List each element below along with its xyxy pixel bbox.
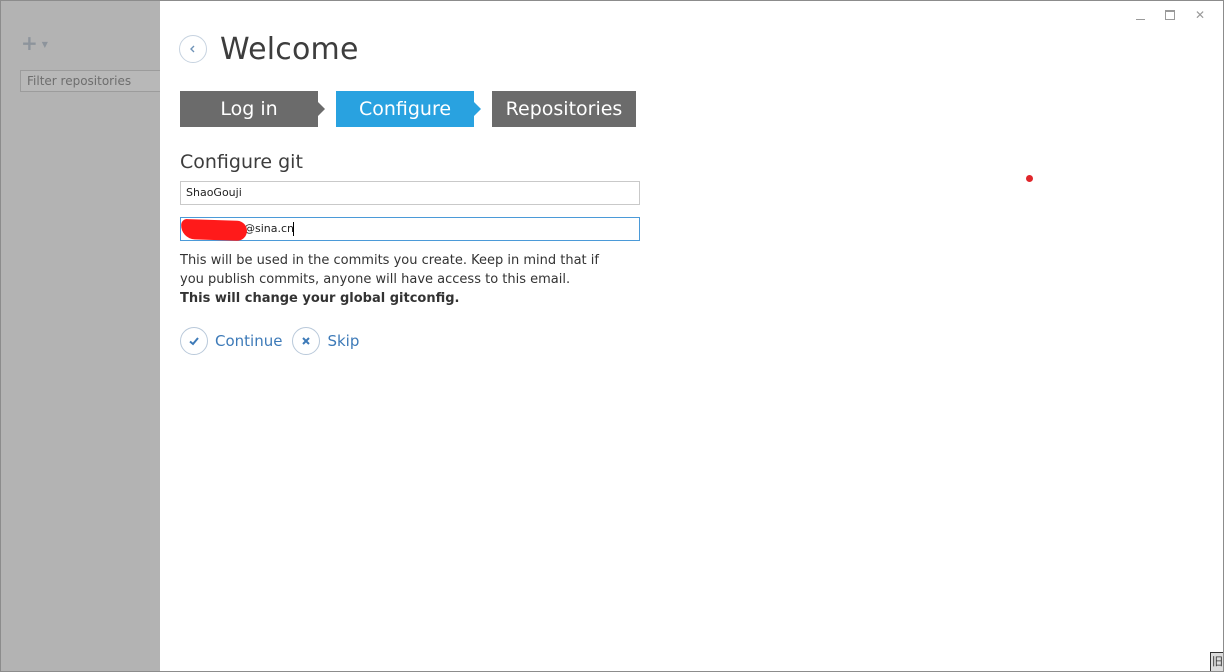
email-value: @sina.cn: [244, 222, 295, 235]
skip-label: Skip: [327, 332, 360, 350]
redaction-mark: [180, 218, 248, 242]
cursor-indicator-dot: [1026, 175, 1033, 182]
step-arrow-icon: [474, 102, 481, 116]
minimize-button[interactable]: [1125, 5, 1155, 25]
maximize-icon: [1165, 10, 1175, 20]
step-log-in[interactable]: Log in: [180, 91, 325, 127]
actions-row: Continue Skip: [180, 327, 369, 355]
continue-label: Continue: [215, 332, 283, 350]
add-repository-button[interactable]: + ▼: [21, 33, 53, 53]
maximize-button[interactable]: [1155, 5, 1185, 25]
window-controls: ✕: [1125, 5, 1215, 25]
taskbar-corner-icon[interactable]: 旧: [1210, 652, 1224, 672]
help-warning: This will change your global gitconfig.: [180, 291, 460, 306]
text-cursor: [293, 222, 294, 236]
step-arrow-icon: [318, 102, 325, 116]
checkmark-icon: [180, 327, 208, 355]
filter-repositories-input[interactable]: Filter repositories: [20, 70, 165, 92]
close-circle-icon: [292, 327, 321, 355]
chevron-left-icon: [190, 45, 195, 53]
close-button[interactable]: ✕: [1185, 5, 1215, 25]
plus-icon: +: [21, 31, 38, 55]
help-text: This will be used in the commits you cre…: [180, 251, 620, 308]
welcome-panel: ✕ Welcome Log in Configure Repositories …: [160, 1, 1223, 671]
page-title: Welcome: [220, 32, 359, 67]
step-label: Configure: [358, 98, 452, 120]
email-field[interactable]: @sina.cn: [180, 217, 640, 241]
back-button[interactable]: [179, 35, 207, 63]
step-label: Repositories: [505, 98, 623, 120]
step-repositories[interactable]: Repositories: [492, 91, 636, 127]
continue-button[interactable]: Continue: [180, 327, 282, 355]
repository-sidebar: + ▼ Filter repositories: [1, 1, 165, 671]
dropdown-caret-icon: ▼: [41, 39, 48, 49]
minimize-icon: [1135, 18, 1145, 20]
name-field[interactable]: ShaoGouji: [180, 181, 640, 205]
close-icon: ✕: [1194, 8, 1206, 22]
step-configure[interactable]: Configure: [336, 91, 481, 127]
skip-button[interactable]: Skip: [292, 327, 359, 355]
section-title: Configure git: [180, 151, 303, 173]
step-label: Log in: [220, 98, 278, 120]
help-description: This will be used in the commits you cre…: [180, 253, 599, 287]
